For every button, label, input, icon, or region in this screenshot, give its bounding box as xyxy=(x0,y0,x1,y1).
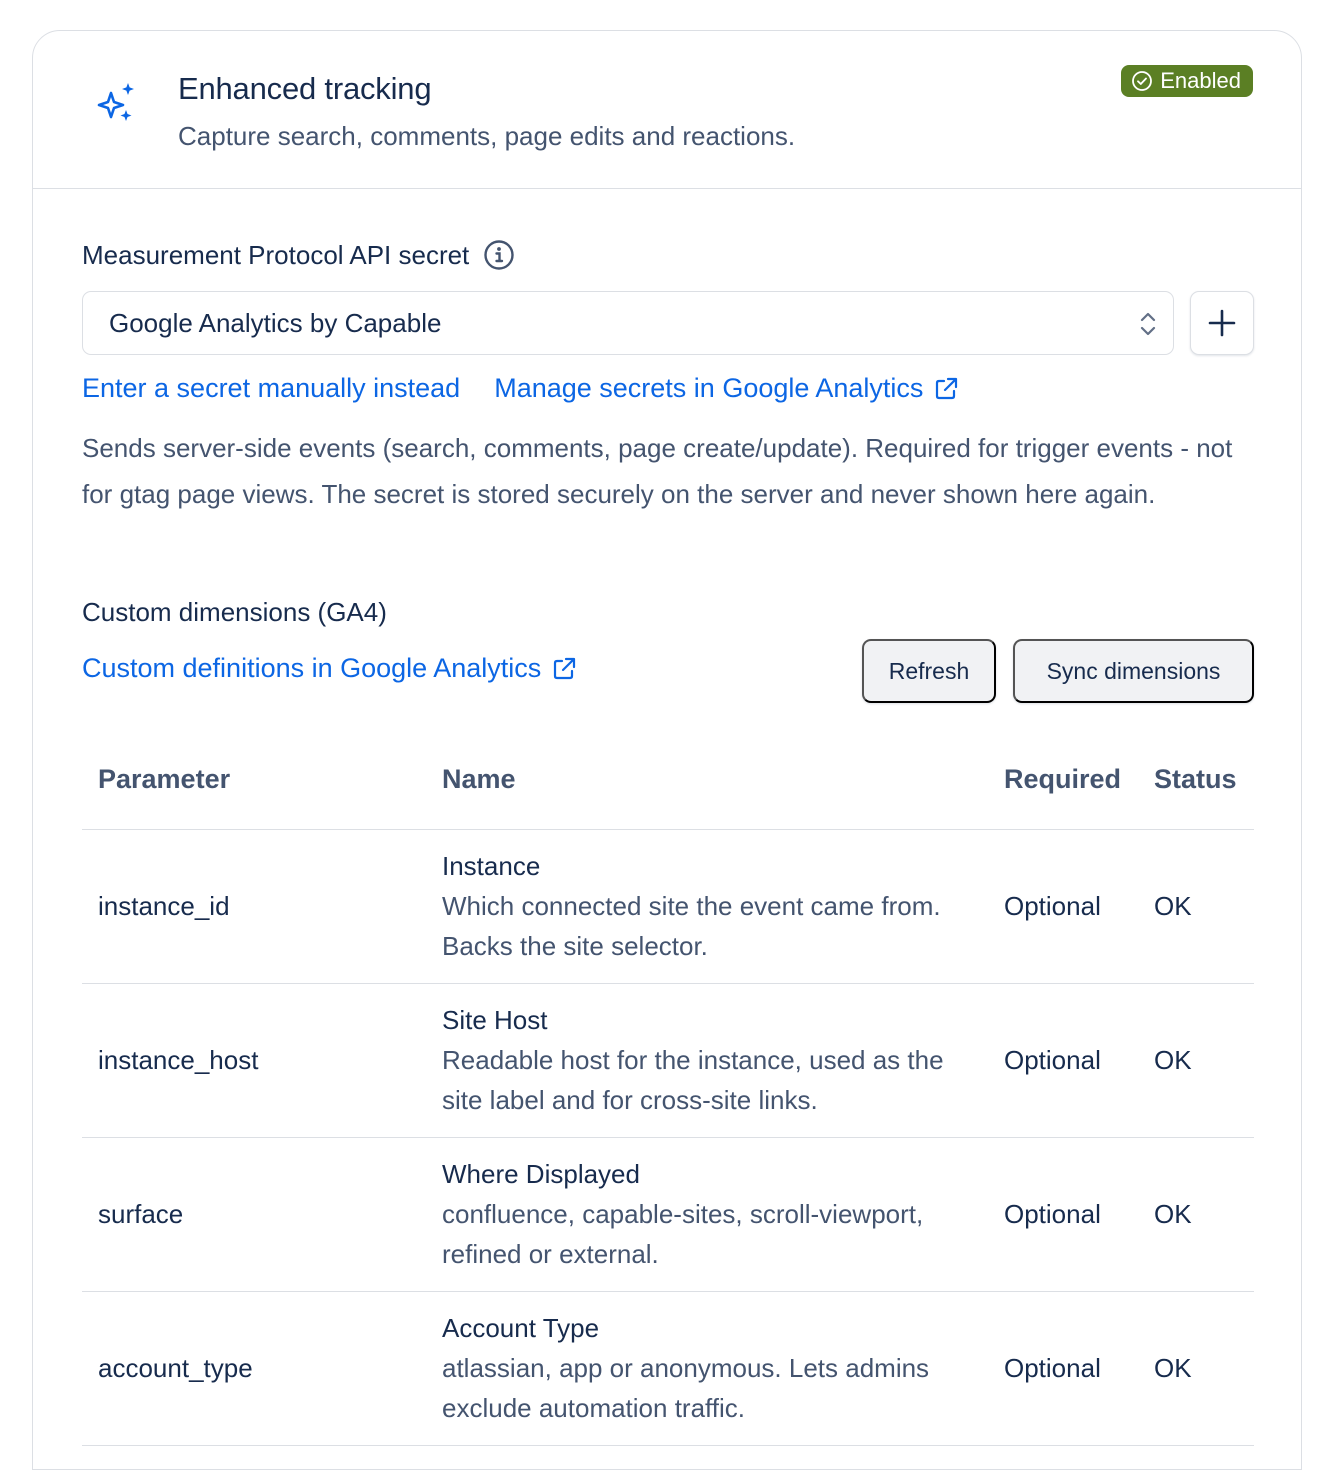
check-circle-icon xyxy=(1132,71,1153,91)
card-title: Enhanced tracking xyxy=(178,71,432,106)
chevron-up-down-icon xyxy=(1140,312,1156,336)
status-cell: OK xyxy=(1138,983,1254,1138)
status-cell: OK xyxy=(1138,829,1254,984)
custom-definitions-text: Custom definitions in Google Analytics xyxy=(82,653,542,683)
table-row: instance_host Site Host Readable host fo… xyxy=(82,983,1254,1138)
table-row: instance_id Instance Which connected sit… xyxy=(82,829,1254,984)
api-secret-help: Sends server-side events (search, commen… xyxy=(82,433,1233,509)
status-cell: OK xyxy=(1138,1291,1254,1446)
custom-definitions-link[interactable]: Custom definitions in Google Analytics xyxy=(82,653,577,684)
column-header-required: Required xyxy=(988,731,1138,830)
api-secret-selected: Google Analytics by Capable xyxy=(109,307,442,338)
manage-secrets-text: Manage secrets in Google Analytics xyxy=(494,373,924,403)
name-cell: Site Host Readable host for the instance… xyxy=(426,983,988,1138)
external-link-icon xyxy=(554,657,576,679)
column-header-name: Name xyxy=(426,731,988,830)
card-subtitle: Capture search, comments, page edits and… xyxy=(178,121,796,151)
name-cell: Instance Which connected site the event … xyxy=(426,829,988,984)
secret-links: Enter a secret manually instead Manage s… xyxy=(82,373,959,404)
enter-secret-manually-link[interactable]: Enter a secret manually instead xyxy=(82,373,460,404)
dimension-name: Where Displayed xyxy=(442,1159,640,1189)
api-secret-label: Measurement Protocol API secret xyxy=(82,239,515,271)
status-badge: Enabled xyxy=(1121,65,1253,97)
parameter-cell: instance_id xyxy=(82,829,426,984)
column-header-parameter: Parameter xyxy=(82,731,426,830)
dimension-name: Instance xyxy=(442,851,541,881)
dimension-description: atlassian, app or anonymous. Lets admins… xyxy=(442,1353,930,1423)
external-link-icon xyxy=(936,377,958,399)
enter-secret-manually-text: Enter a secret manually instead xyxy=(82,373,461,403)
custom-dimensions-label: Custom dimensions (GA4) xyxy=(82,597,387,627)
required-cell: Optional xyxy=(988,1291,1138,1446)
dimension-description: Which connected site the event came from… xyxy=(442,891,941,961)
status-cell: OK xyxy=(1138,1137,1254,1292)
parameter-cell: account_type xyxy=(82,1291,426,1446)
api-secret-select[interactable]: Google Analytics by Capable xyxy=(82,291,1174,355)
name-cell: Where Displayed confluence, capable-site… xyxy=(426,1137,988,1292)
status-text: Enabled xyxy=(1160,68,1241,93)
required-cell: Optional xyxy=(988,829,1138,984)
info-icon[interactable] xyxy=(483,239,515,271)
sparkle-icon xyxy=(97,83,134,121)
api-secret-label-text: Measurement Protocol API secret xyxy=(82,239,470,270)
add-secret-button[interactable] xyxy=(1190,291,1254,355)
refresh-button[interactable]: Refresh xyxy=(862,639,996,703)
manage-secrets-link[interactable]: Manage secrets in Google Analytics xyxy=(494,373,959,404)
sync-dimensions-button[interactable]: Sync dimensions xyxy=(1013,639,1254,703)
parameter-cell: surface xyxy=(82,1137,426,1292)
plus-icon xyxy=(1208,309,1236,337)
name-cell: Account Type atlassian, app or anonymous… xyxy=(426,1291,988,1446)
dimensions-table: Parameter Name Required Status instance_… xyxy=(82,731,1254,1446)
enhanced-tracking-card: Enhanced tracking Capture search, commen… xyxy=(32,30,1302,1470)
dimension-name: Site Host xyxy=(442,1005,548,1035)
required-cell: Optional xyxy=(988,983,1138,1138)
table-row: surface Where Displayed confluence, capa… xyxy=(82,1137,1254,1292)
card-header: Enhanced tracking Capture search, commen… xyxy=(33,31,1301,189)
dimension-description: Readable host for the instance, used as … xyxy=(442,1045,944,1115)
table-row: account_type Account Type atlassian, app… xyxy=(82,1291,1254,1446)
table-header-row: Parameter Name Required Status xyxy=(82,731,1254,830)
parameter-cell: instance_host xyxy=(82,983,426,1138)
column-header-status: Status xyxy=(1138,731,1254,830)
dimension-description: confluence, capable-sites, scroll-viewpo… xyxy=(442,1199,924,1269)
required-cell: Optional xyxy=(988,1137,1138,1292)
dimension-name: Account Type xyxy=(442,1313,600,1343)
